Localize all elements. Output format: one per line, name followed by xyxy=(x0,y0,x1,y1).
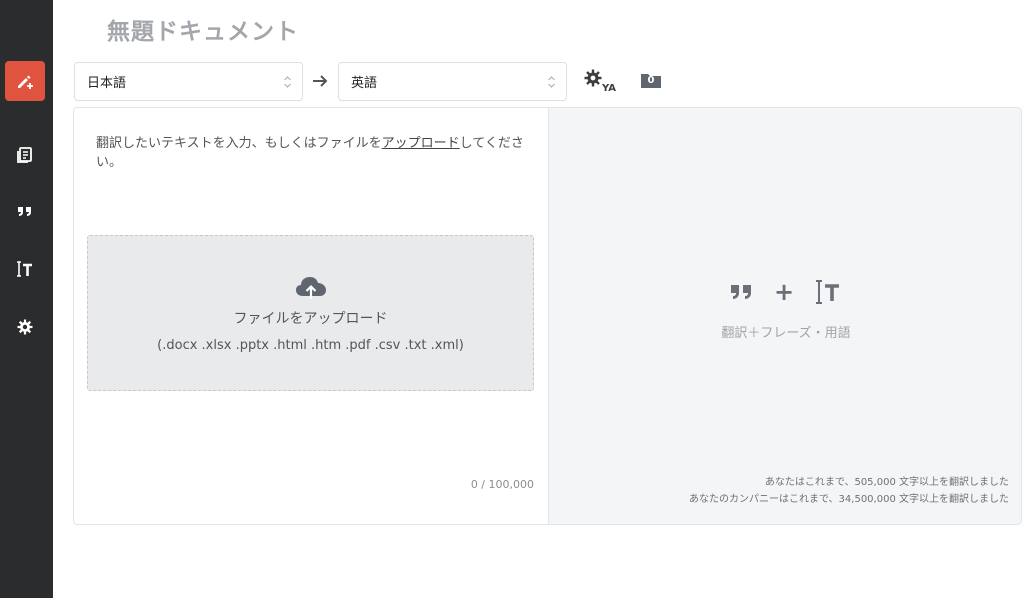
translation-settings-button[interactable]: YA xyxy=(583,68,621,98)
target-language-value: 英語 xyxy=(351,76,378,91)
arrow-right-icon xyxy=(313,75,328,87)
folder-count-badge: 0 xyxy=(647,75,655,86)
target-language-select[interactable]: 英語 xyxy=(338,62,567,101)
upload-title: ファイルをアップロード xyxy=(233,310,388,327)
translation-output-area: + 翻訳＋フレーズ・用語 あなたはこれまで、505,000 文字以上を翻訳しまし… xyxy=(548,108,1021,524)
sidebar-item-phrases[interactable] xyxy=(5,191,45,231)
document-title[interactable]: 無題ドキュメント xyxy=(107,12,299,46)
upload-extensions: (.docx .xlsx .pptx .html .htm .pdf .csv … xyxy=(157,337,464,353)
documents-icon xyxy=(17,147,32,163)
hint-text: 翻訳したいテキストを入力、もしくはファイルを xyxy=(96,136,382,151)
new-translation-button[interactable] xyxy=(5,61,45,101)
updown-chevron-icon xyxy=(284,76,291,88)
feature-icons: + xyxy=(730,278,842,306)
source-language-select[interactable]: 日本語 xyxy=(74,62,303,101)
updown-chevron-icon xyxy=(548,76,555,88)
source-text-area[interactable]: 翻訳したいテキストを入力、もしくはファイルをアップロードしてください。 ファイル… xyxy=(74,108,548,524)
file-upload-dropzone[interactable]: ファイルをアップロード (.docx .xlsx .pptx .html .ht… xyxy=(87,235,534,391)
translation-stats: あなたはこれまで、505,000 文字以上を翻訳しました あなたのカンパニーはこ… xyxy=(689,474,1009,508)
sidebar-item-glossary[interactable] xyxy=(5,249,45,289)
sidebar xyxy=(0,0,53,598)
svg-text:YA: YA xyxy=(601,83,616,94)
settings-icon xyxy=(17,319,33,335)
source-language-value: 日本語 xyxy=(87,76,127,91)
glossary-icon xyxy=(816,280,840,304)
new-translation-icon xyxy=(18,75,33,89)
phrases-icon xyxy=(730,285,751,299)
stat-personal: あなたはこれまで、505,000 文字以上を翻訳しました xyxy=(764,477,1009,488)
feature-label: 翻訳＋フレーズ・用語 xyxy=(721,326,851,341)
input-hint: 翻訳したいテキストを入力、もしくはファイルをアップロードしてください。 xyxy=(96,132,548,170)
sidebar-item-settings[interactable] xyxy=(5,307,45,347)
folder-button[interactable]: 0 xyxy=(640,71,662,89)
stat-company: あなたのカンパニーはこれまで、34,500,000 文字以上を翻訳しました xyxy=(688,494,1009,505)
cloud-upload-icon xyxy=(295,276,326,299)
translate-settings-icon: YA xyxy=(584,69,616,94)
sidebar-item-documents[interactable] xyxy=(5,135,45,175)
folder-icon: 0 xyxy=(640,71,662,89)
glossary-icon xyxy=(17,261,32,277)
upload-link[interactable]: アップロード xyxy=(382,136,460,151)
character-counter: 0 / 100,000 xyxy=(470,478,534,491)
phrases-icon xyxy=(18,207,31,216)
translation-panel: 翻訳したいテキストを入力、もしくはファイルをアップロードしてください。 ファイル… xyxy=(73,107,1022,525)
feature-hint: + 翻訳＋フレーズ・用語 xyxy=(549,278,1021,341)
plus-sign: + xyxy=(773,278,795,306)
